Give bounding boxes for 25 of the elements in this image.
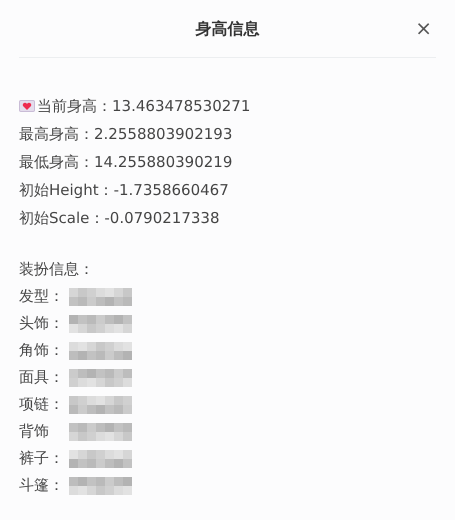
height-info-text: 最低身高：14.255880390219: [19, 152, 232, 173]
outfit-label: 裤子：: [19, 448, 65, 470]
redaction-mark: [69, 342, 133, 360]
outfit-label: 头饰：: [19, 313, 65, 334]
outfit-label: 角饰：: [19, 340, 65, 362]
heart-letter-icon: [19, 100, 35, 112]
redaction-mark: [69, 396, 133, 414]
height-info-text: 初始Scale：-0.0790217338: [19, 208, 220, 229]
close-button[interactable]: ×: [411, 18, 436, 38]
height-info-text: 初始Height：-1.7358660467: [19, 180, 229, 201]
outfit-heading: 装扮信息：: [19, 259, 94, 280]
redaction-mark: [69, 450, 133, 468]
redaction-mark: [69, 476, 133, 494]
dialog-title: 身高信息: [196, 18, 260, 40]
height-info-text: 当前身高：13.463478530271: [37, 96, 250, 117]
redaction-mark: [69, 368, 133, 386]
outfit-label: 发型：: [19, 286, 65, 308]
redaction-mark: [69, 422, 133, 440]
height-info-text: 最高身高：2.2558803902193: [19, 124, 232, 145]
outfit-label: 背饰: [19, 421, 50, 442]
outfit-label: 面具：: [19, 367, 65, 388]
outfit-label: 斗篷：: [19, 475, 65, 496]
outfit-label: 项链：: [19, 394, 65, 416]
redaction-mark: [69, 288, 133, 306]
redaction-mark: [69, 314, 133, 332]
